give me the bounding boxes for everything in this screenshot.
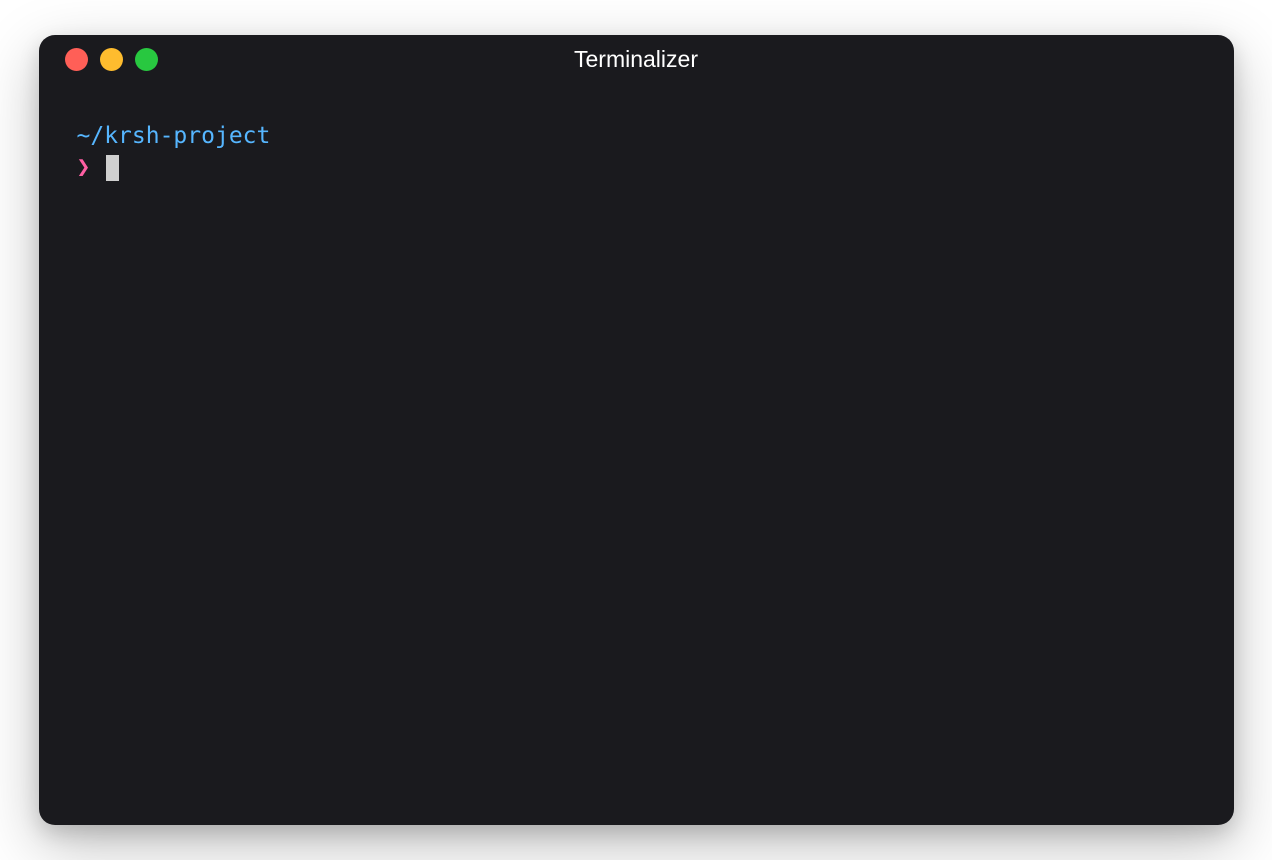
prompt-line: ❯	[77, 152, 1196, 183]
titlebar: Terminalizer	[39, 35, 1234, 83]
terminal-body[interactable]: ~/krsh-project ❯	[39, 83, 1234, 825]
cursor-icon	[106, 155, 119, 181]
traffic-lights	[65, 48, 158, 71]
prompt-symbol-icon: ❯	[77, 152, 91, 183]
close-icon[interactable]	[65, 48, 88, 71]
maximize-icon[interactable]	[135, 48, 158, 71]
terminal-window: Terminalizer ~/krsh-project ❯	[39, 35, 1234, 825]
minimize-icon[interactable]	[100, 48, 123, 71]
prompt-path: ~/krsh-project	[77, 121, 1196, 152]
window-title: Terminalizer	[39, 46, 1234, 73]
